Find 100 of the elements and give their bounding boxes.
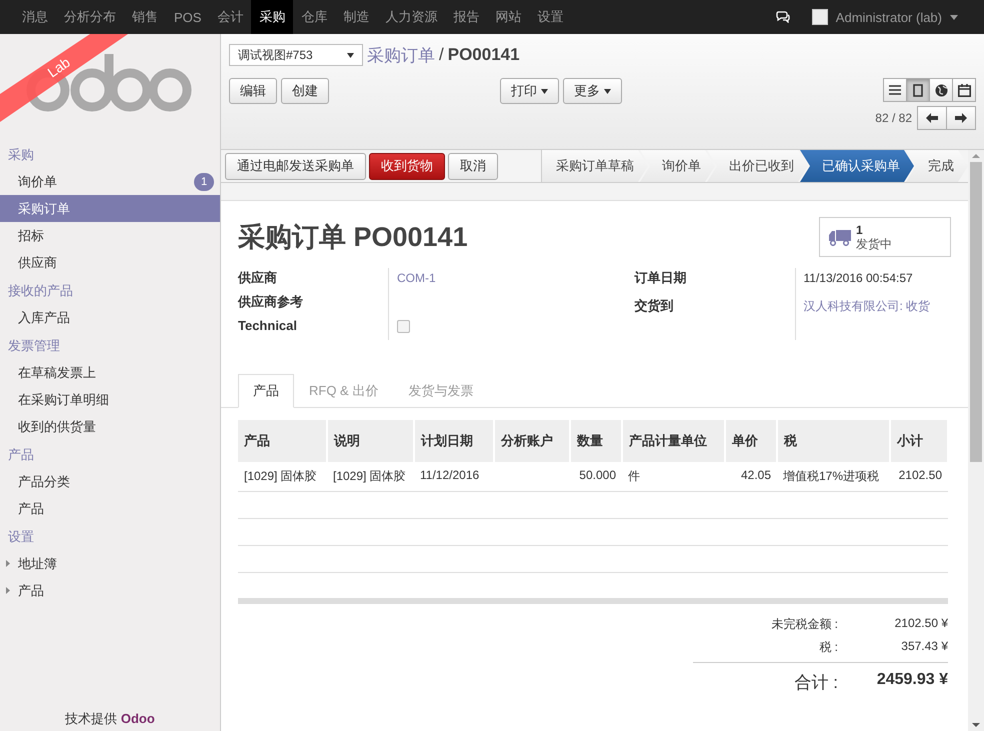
status-stage[interactable]: 采购订单草稿 <box>542 150 648 182</box>
top-menu-item[interactable]: 制造 <box>335 0 378 34</box>
top-menu-item[interactable]: POS <box>166 0 210 34</box>
shipment-button[interactable]: 1 发货中 <box>819 217 951 257</box>
avatar-icon <box>812 9 828 25</box>
sidebar-item[interactable]: 地址簿 <box>0 550 220 577</box>
sidebar-item[interactable]: 供应商 <box>0 249 220 276</box>
top-menu-item[interactable]: 销售 <box>124 0 166 34</box>
menu-label: 产品 <box>18 582 45 600</box>
field-link[interactable]: 汉人科技有限公司: 收货 <box>804 299 930 313</box>
caret-icon <box>541 88 548 94</box>
user-menu[interactable]: Administrator (lab) <box>836 10 942 24</box>
menu-label: 产品分类 <box>18 472 71 490</box>
caret-icon <box>604 88 611 94</box>
sidebar-item[interactable]: 询价单 1 <box>0 168 220 195</box>
table-cell: [1029] 固体胶 <box>333 469 406 483</box>
sidebar-item[interactable]: 采购订单 <box>0 195 220 222</box>
pager-counter: 82 / 82 <box>875 111 912 125</box>
action-button[interactable]: 收到货物 <box>369 152 445 180</box>
expand-icon <box>6 560 10 567</box>
status-stage[interactable]: 出价已收到 <box>707 150 808 182</box>
menu-section-title: 采购 <box>7 146 35 164</box>
map-view-button[interactable] <box>929 78 953 102</box>
sidebar-item[interactable]: 产品分类 <box>0 468 220 495</box>
next-button[interactable] <box>946 106 976 130</box>
calendar-icon <box>958 84 970 96</box>
checkbox[interactable] <box>397 320 410 334</box>
list-icon <box>889 85 901 95</box>
footer-link[interactable]: Odoo <box>120 711 155 726</box>
top-menu-item[interactable]: 报告 <box>445 0 488 34</box>
calendar-view-button[interactable] <box>952 78 976 102</box>
form-view-button[interactable] <box>906 78 930 102</box>
previous-button[interactable] <box>917 106 947 130</box>
status-stage[interactable]: 完成 <box>906 150 968 182</box>
column-header[interactable]: 产品计量单位 <box>622 420 725 462</box>
column-header[interactable]: 税 <box>777 420 890 462</box>
status-stage[interactable]: 询价单 <box>640 150 715 182</box>
menu-section-title: 产品 <box>7 446 35 464</box>
count-badge: 1 <box>194 172 214 190</box>
sidebar-item[interactable]: 产品 <box>0 577 220 604</box>
top-menu-item[interactable]: 消息 <box>14 0 56 34</box>
dropdown-button[interactable]: 更多 <box>563 78 622 104</box>
toolbar-button[interactable]: 编辑 <box>229 78 277 104</box>
arrow-right-icon <box>955 113 967 123</box>
caret-icon <box>347 52 354 58</box>
sidebar-item[interactable]: 收到的供货量 <box>0 413 220 440</box>
column-header[interactable]: 单价 <box>725 420 777 462</box>
top-menu-item[interactable]: 会计 <box>209 0 252 34</box>
menu-label: 在采购订单明细 <box>18 390 110 408</box>
menu-label: 入库产品 <box>18 308 71 326</box>
menu-label: 招标 <box>18 226 45 244</box>
column-header[interactable]: 产品 <box>238 420 327 462</box>
column-header[interactable]: 分析账户 <box>494 420 570 462</box>
top-menu-item[interactable]: 采购 <box>251 0 294 34</box>
menu-label: 产品 <box>18 500 45 518</box>
scrollbar[interactable] <box>968 150 984 731</box>
menu-label: 在草稿发票上 <box>18 364 97 382</box>
top-menu-item[interactable]: 人力资源 <box>377 0 446 34</box>
field-label: 供应商参考 <box>238 293 304 311</box>
column-header[interactable]: 计划日期 <box>414 420 494 462</box>
caret-icon <box>950 14 958 20</box>
breadcrumb-link[interactable]: 采购订单 <box>367 44 435 66</box>
sidebar-item[interactable]: 产品 <box>0 495 220 522</box>
view-select[interactable]: 调试视图#753 <box>229 44 363 66</box>
table-cell: [1029] 固体胶 <box>244 469 317 483</box>
menu-label: 采购订单 <box>18 200 71 218</box>
sidebar-item[interactable]: 招标 <box>0 222 220 249</box>
sidebar-item[interactable]: 在草稿发票上 <box>0 359 220 386</box>
column-header[interactable]: 小计 <box>890 420 948 462</box>
table-cell: 件 <box>628 469 640 483</box>
sidebar-item[interactable]: 在采购订单明细 <box>0 386 220 413</box>
column-header[interactable]: 说明 <box>327 420 414 462</box>
globe-icon <box>934 84 948 96</box>
top-menu-item[interactable]: 分析分布 <box>56 0 124 34</box>
action-button[interactable]: 通过电邮发送采购单 <box>225 152 366 180</box>
action-button[interactable]: 取消 <box>448 152 498 180</box>
form-tab[interactable]: 产品 <box>238 374 294 408</box>
form-icon <box>913 84 923 96</box>
status-stage[interactable]: 已确认采购单 <box>800 150 914 182</box>
table-cell: 42.05 <box>740 468 771 482</box>
form-title: 采购订单 PO00141 <box>238 221 468 254</box>
top-menu-item[interactable]: 网站 <box>487 0 530 34</box>
total-value: 2459.93 ¥ <box>876 671 948 690</box>
field-link[interactable]: COM-1 <box>397 271 436 285</box>
sidebar-item[interactable]: 入库产品 <box>0 304 220 331</box>
dropdown-button[interactable]: 打印 <box>500 78 559 104</box>
field-label: 交货到 <box>634 297 674 315</box>
toolbar-button[interactable]: 创建 <box>281 78 329 104</box>
column-header[interactable]: 数量 <box>570 420 622 462</box>
logo-drawing: Lab <box>0 34 220 140</box>
top-menu-item[interactable]: 仓库 <box>293 0 336 34</box>
total-label: 未完税金额 : <box>771 616 838 633</box>
total-value: 2102.50 ¥ <box>894 616 948 632</box>
field-label: 订单日期 <box>634 269 688 287</box>
chat-icon[interactable] <box>776 11 790 23</box>
breadcrumb-separator: / <box>439 45 444 65</box>
field-label: 供应商 <box>238 269 278 287</box>
top-menu-item[interactable]: 设置 <box>529 0 572 34</box>
menu-label: 询价单 <box>18 172 58 190</box>
list-view-button[interactable] <box>883 78 907 102</box>
